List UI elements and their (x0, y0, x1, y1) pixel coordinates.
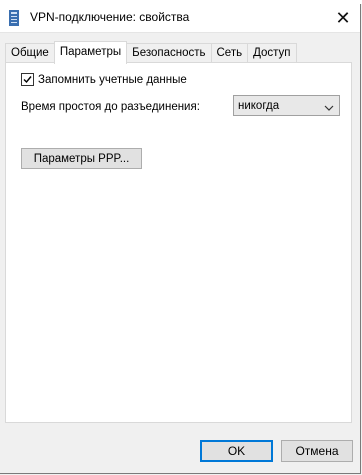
cancel-label: Отмена (295, 444, 339, 458)
window-title: VPN-подключение: свойства (30, 10, 190, 24)
remember-credentials-checkbox[interactable] (21, 73, 34, 86)
close-icon: ✕ (335, 7, 351, 28)
tab-security[interactable]: Безопасность (126, 43, 212, 63)
ok-label: OK (227, 444, 246, 458)
tab-label: Общие (11, 47, 49, 59)
properties-dialog: VPN-подключение: свойства ✕ Общие Параме… (0, 4, 361, 474)
tab-network[interactable]: Сеть (210, 43, 249, 63)
tab-label: Безопасность (132, 47, 206, 59)
remember-credentials-label[interactable]: Запомнить учетные данные (38, 74, 187, 86)
tab-label: Сеть (216, 47, 243, 59)
tab-parameters[interactable]: Параметры (53, 41, 128, 64)
tab-label: Доступ (253, 47, 291, 59)
tab-panel-parameters: Запомнить учетные данные Время простоя д… (5, 62, 352, 423)
remember-credentials-option[interactable]: Запомнить учетные данные (21, 73, 187, 86)
tab-strip: Общие Параметры Безопасность Сеть Доступ (5, 41, 297, 64)
tab-access[interactable]: Доступ (247, 43, 297, 63)
vpn-connection-icon (8, 10, 20, 26)
title-bar[interactable]: VPN-подключение: свойства ✕ (0, 4, 360, 33)
idle-time-select[interactable]: никогда (233, 95, 340, 116)
ppp-settings-label: Параметры PPP... (33, 152, 130, 165)
idle-time-label: Время простоя до разъединения: (21, 101, 200, 113)
close-button[interactable]: ✕ (326, 4, 360, 32)
tab-label: Параметры (59, 46, 122, 58)
ok-button[interactable]: OK (200, 440, 273, 462)
chevron-down-icon (324, 101, 334, 111)
idle-time-value: никогда (238, 99, 280, 112)
checkmark-icon (23, 76, 32, 84)
cancel-button[interactable]: Отмена (281, 440, 353, 462)
tab-general[interactable]: Общие (5, 43, 55, 63)
ppp-settings-button[interactable]: Параметры PPP... (21, 148, 142, 169)
